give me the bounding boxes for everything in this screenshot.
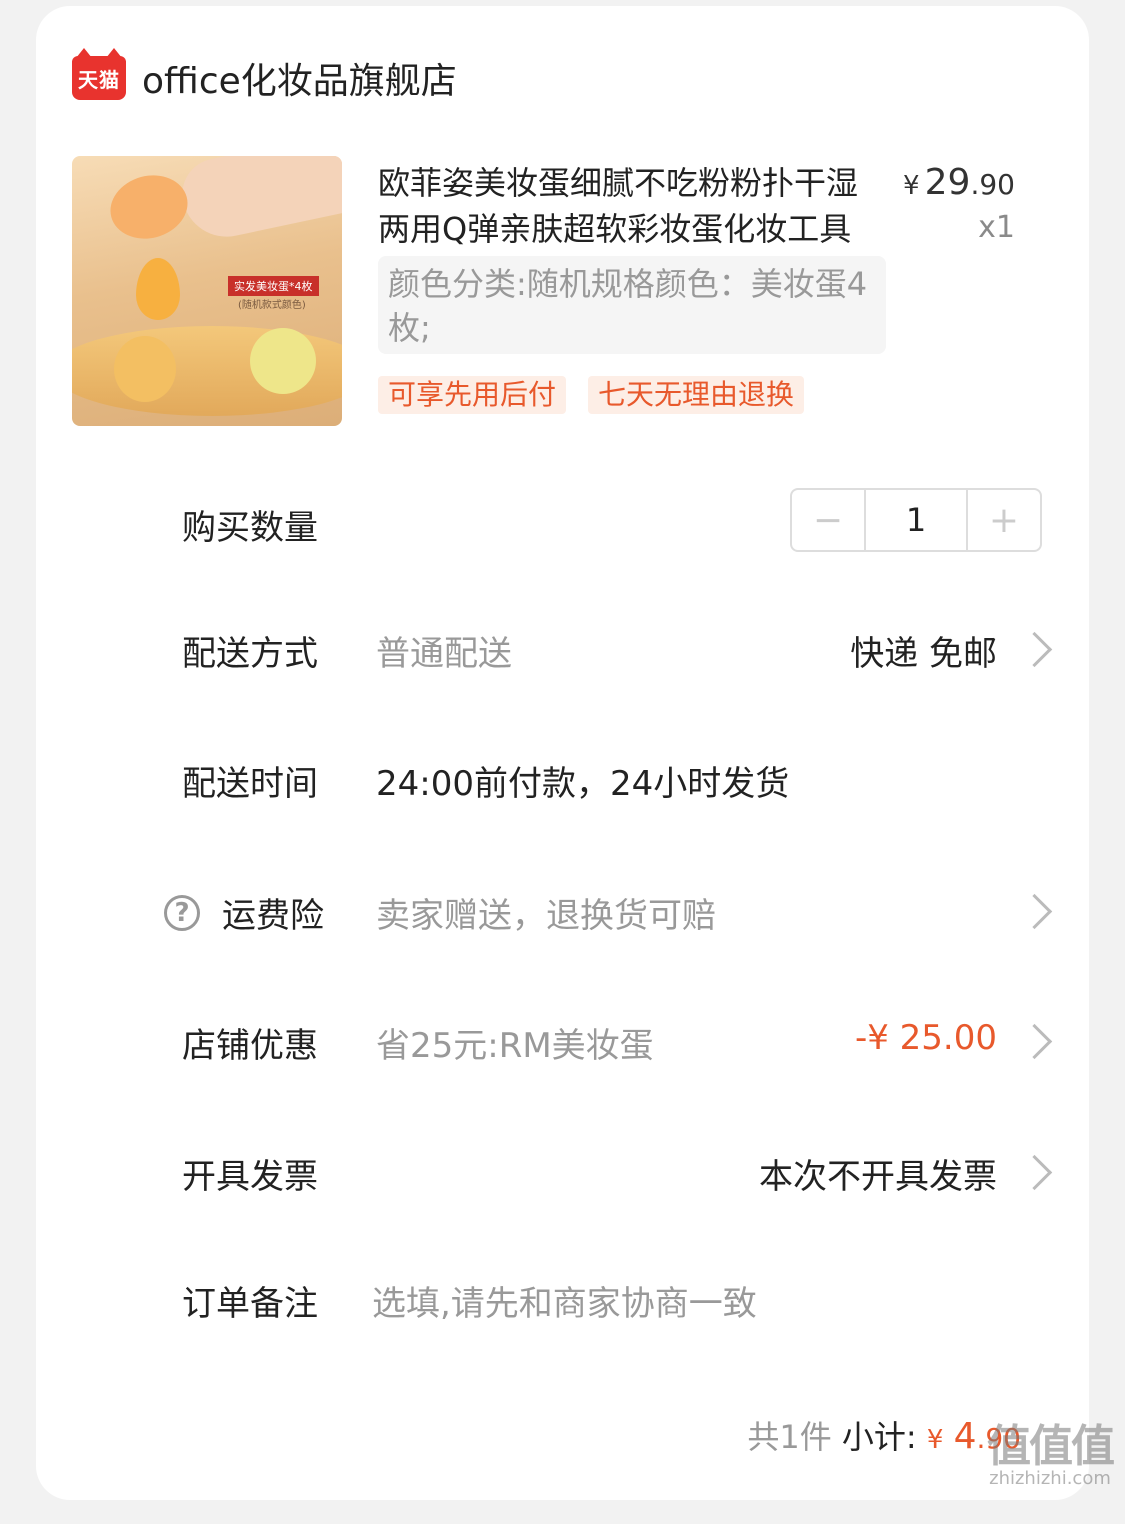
decrement-button[interactable]: − <box>792 490 864 550</box>
store-discount-value: 省25元:RM美妆蛋 <box>376 1026 654 1066</box>
order-note-input[interactable]: 选填,请先和商家协商一致 <box>372 1276 757 1325</box>
chevron-right-icon[interactable] <box>1016 1023 1053 1060</box>
product-title[interactable]: 欧菲姿美妆蛋细腻不吃粉粉扑干湿两用Q弹亲肤超软彩妆蛋化妆工具 <box>378 160 868 252</box>
image-sponge-drop <box>136 258 180 320</box>
watermark-logo: 值值值 <box>987 1421 1115 1472</box>
site-watermark: 值值值 zhizhizhi.com <box>987 1410 1115 1489</box>
order-note-label: 订单备注 <box>182 1284 318 1324</box>
image-sponge-yellow <box>250 328 316 394</box>
watermark-url: zhizhizhi.com <box>989 1468 1111 1489</box>
tmall-logo-icon: 天猫 <box>72 48 126 100</box>
subtotal-label: 小计: <box>841 1418 917 1456</box>
item-count: 共1件 <box>747 1418 832 1456</box>
image-sponge-orange <box>103 166 195 248</box>
quantity-stepper[interactable]: − 1 + <box>790 488 1042 552</box>
price-symbol: ¥ <box>903 171 920 201</box>
shipping-insurance-value: 卖家赠送，退换货可赔 <box>376 896 716 936</box>
subtotal-symbol: ¥ <box>926 1425 944 1455</box>
tag-7day-return: 七天无理由退换 <box>588 376 805 414</box>
store-discount-label: 店铺优惠 <box>182 1026 318 1066</box>
increment-button[interactable]: + <box>968 490 1040 550</box>
delivery-time-value: 24:00前付款，24小时发货 <box>376 764 790 804</box>
delivery-time-label: 配送时间 <box>182 764 318 804</box>
subtotal-integer: 4 <box>953 1416 977 1457</box>
store-name[interactable]: office化妆品旗舰店 <box>142 52 457 104</box>
invoice-value: 本次不开具发票 <box>759 1157 997 1197</box>
shipping-insurance-label: 运费险 <box>222 896 324 936</box>
product-quantity: x1 <box>978 210 1015 245</box>
subtotal: 共1件 小计: ¥ 4.90 <box>747 1412 1021 1458</box>
tag-pay-later: 可享先用后付 <box>378 376 567 414</box>
delivery-carrier: 快递 免邮 <box>850 634 997 674</box>
quantity-input[interactable]: 1 <box>864 490 968 550</box>
image-hand <box>175 156 342 245</box>
chevron-right-icon[interactable] <box>1016 631 1053 668</box>
delivery-method-label: 配送方式 <box>182 634 318 674</box>
chevron-right-icon[interactable] <box>1016 893 1053 930</box>
image-label: 实发美妆蛋*4枚 <box>228 276 319 296</box>
image-sublabel: (随机款式颜色) <box>238 300 306 311</box>
image-sponge-cut <box>114 336 176 402</box>
invoice-label: 开具发票 <box>182 1157 318 1197</box>
price-integer: 29 <box>924 162 971 203</box>
product-spec: 颜色分类:随机规格颜色：美妆蛋4枚; <box>378 256 886 354</box>
delivery-method-value: 普通配送 <box>376 634 512 674</box>
chevron-right-icon[interactable] <box>1016 1154 1053 1191</box>
store-header[interactable]: 天猫 office化妆品旗舰店 <box>72 48 457 106</box>
help-icon[interactable]: ? <box>164 895 200 931</box>
price-decimal: .90 <box>970 168 1015 201</box>
store-discount-amount: -¥ 25.00 <box>854 1018 997 1058</box>
product-image[interactable]: 实发美妆蛋*4枚 (随机款式颜色) <box>72 156 342 426</box>
quantity-label: 购买数量 <box>182 508 318 548</box>
product-price: ¥ 29.90 <box>903 162 1015 203</box>
order-card: 天猫 office化妆品旗舰店 实发美妆蛋*4枚 (随机款式颜色) 欧菲姿美妆蛋… <box>36 6 1089 1500</box>
